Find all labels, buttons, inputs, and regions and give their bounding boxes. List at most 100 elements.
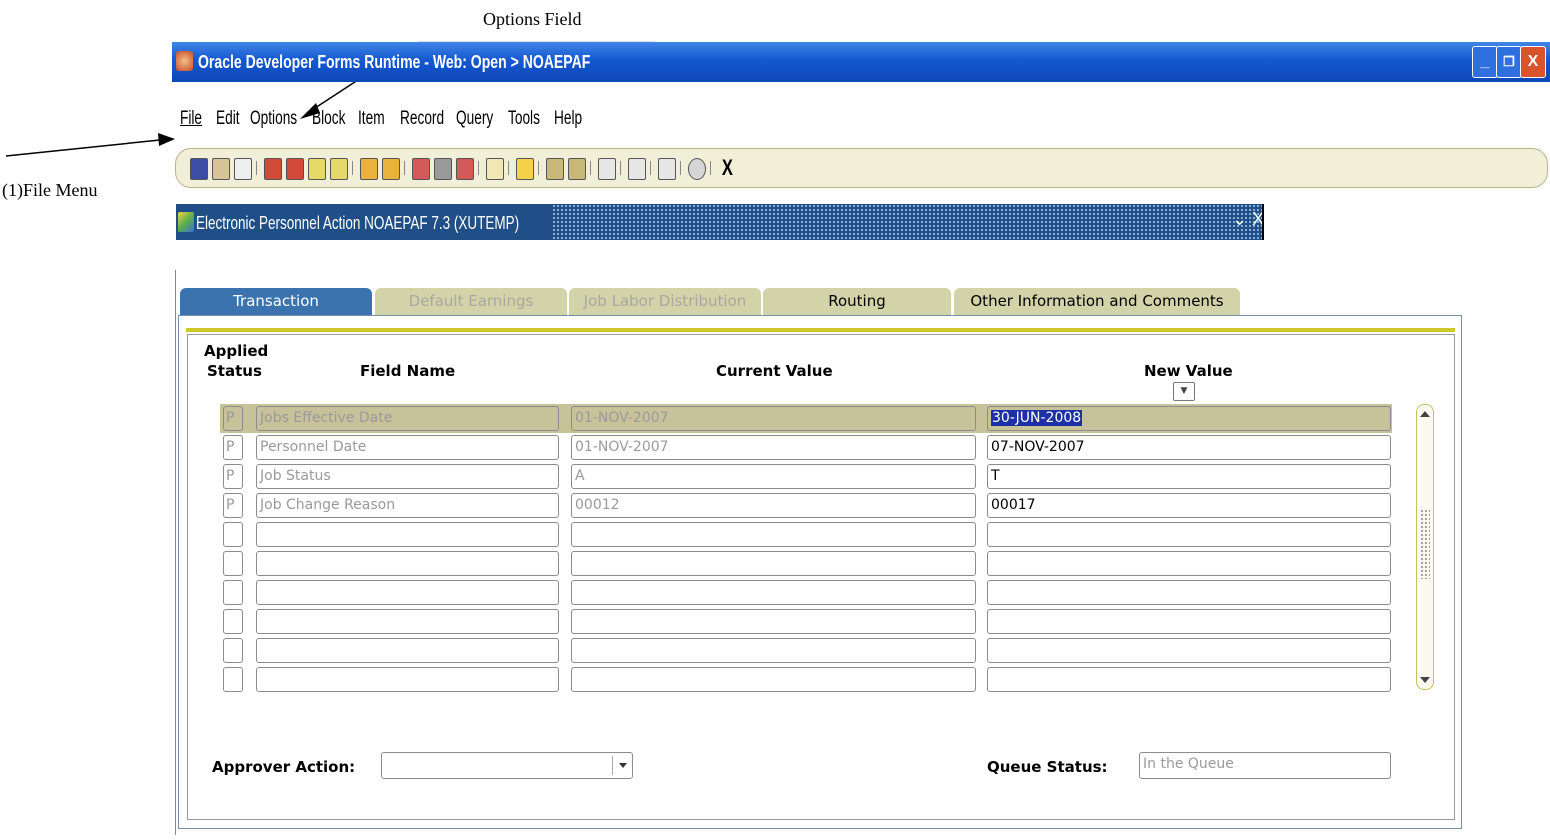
applied-status-field[interactable]: P <box>223 406 243 431</box>
current-value-field-text: 01-NOV-2007 <box>575 410 669 426</box>
field-name-field[interactable]: Job Change Reason <box>256 493 559 518</box>
queue-status-field: In the Queue <box>1139 752 1391 779</box>
menu-record[interactable]: Record <box>400 108 444 130</box>
form-window-controls[interactable]: ⌄ X <box>1232 209 1264 230</box>
previous-record-icon[interactable] <box>308 158 326 180</box>
cancel-query-icon[interactable] <box>456 158 474 180</box>
approver-action-select[interactable] <box>381 752 633 779</box>
applied-status-field[interactable] <box>223 638 243 663</box>
restore-button[interactable]: ❐ <box>1496 46 1522 78</box>
field-name-field[interactable] <box>256 551 559 576</box>
tab-job-labor-distribution[interactable]: Job Labor Distribution <box>569 288 761 315</box>
menu-options[interactable]: Options <box>250 108 297 130</box>
clear-form-icon[interactable] <box>546 158 564 180</box>
current-value-field[interactable] <box>571 551 976 576</box>
current-value-field[interactable]: 01-NOV-2007 <box>571 406 976 431</box>
next-block-icon[interactable] <box>286 158 304 180</box>
applied-status-field[interactable]: P <box>223 493 243 518</box>
new-value-field[interactable] <box>987 638 1391 663</box>
new-value-field[interactable] <box>987 667 1391 692</box>
new-value-field-text: 00017 <box>991 497 1036 513</box>
new-value-field[interactable] <box>987 580 1391 605</box>
current-value-field[interactable]: A <box>571 464 976 489</box>
save-icon[interactable] <box>190 158 208 180</box>
tab-other-information[interactable]: Other Information and Comments <box>954 288 1240 315</box>
menu-file[interactable]: File <box>180 108 202 130</box>
new-value-field-text: 30-JUN-2008 <box>991 410 1083 426</box>
new-value-field-text: 07-NOV-2007 <box>991 439 1085 455</box>
enter-query-icon[interactable] <box>412 158 430 180</box>
field-name-field[interactable] <box>256 638 559 663</box>
new-value-field[interactable] <box>987 551 1391 576</box>
menu-block[interactable]: Block <box>312 108 345 130</box>
copy-icon[interactable] <box>486 158 504 180</box>
tab-default-earnings[interactable]: Default Earnings <box>375 288 567 315</box>
execute-query-icon[interactable] <box>434 158 452 180</box>
menu-query[interactable]: Query <box>456 108 493 130</box>
menu-tools[interactable]: Tools <box>508 108 540 130</box>
menu-item[interactable]: Item <box>358 108 385 130</box>
rollback-icon[interactable] <box>212 158 230 180</box>
current-value-field[interactable]: 01-NOV-2007 <box>571 435 976 460</box>
report-icon[interactable] <box>516 158 534 180</box>
current-value-field[interactable] <box>571 522 976 547</box>
new-value-lov-button[interactable]: ▼ <box>1173 382 1195 401</box>
new-value-field[interactable]: 00017 <box>987 493 1391 518</box>
field-name-field[interactable]: Job Status <box>256 464 559 489</box>
toolbar-separator <box>710 161 711 175</box>
field-name-field[interactable] <box>256 580 559 605</box>
field-name-field[interactable] <box>256 609 559 634</box>
new-value-field[interactable]: 07-NOV-2007 <box>987 435 1391 460</box>
rows-scrollbar[interactable] <box>1416 404 1434 690</box>
applied-status-field[interactable] <box>223 580 243 605</box>
current-value-field[interactable] <box>571 667 976 692</box>
menu-help[interactable]: Help <box>554 108 582 130</box>
form-title: Electronic Personnel Action NOAEPAF 7.3 … <box>196 213 520 233</box>
new-value-field[interactable] <box>987 522 1391 547</box>
toolbar-separator <box>538 161 539 175</box>
field-name-field[interactable] <box>256 522 559 547</box>
close-button[interactable]: X <box>1520 46 1546 78</box>
next-record-icon[interactable] <box>330 158 348 180</box>
applied-status-field[interactable]: P <box>223 435 243 460</box>
insert-record-icon[interactable] <box>360 158 378 180</box>
tab-transaction[interactable]: Transaction <box>180 288 372 315</box>
toolbar-separator <box>620 161 621 175</box>
applied-status-field[interactable]: P <box>223 464 243 489</box>
field-name-field[interactable]: Personnel Date <box>256 435 559 460</box>
remove-record-icon[interactable] <box>382 158 400 180</box>
toolbar-separator <box>352 161 353 175</box>
field-name-field-text: Job Change Reason <box>260 497 396 513</box>
applied-status-field[interactable] <box>223 609 243 634</box>
applied-status-field[interactable] <box>223 522 243 547</box>
applied-status-field[interactable] <box>223 551 243 576</box>
new-value-field[interactable]: 30-JUN-2008 <box>987 406 1391 431</box>
exit-icon[interactable]: X <box>722 155 733 181</box>
current-value-field[interactable] <box>571 638 976 663</box>
scroll-grip[interactable] <box>1420 509 1430 579</box>
scroll-up-icon[interactable] <box>1420 411 1430 417</box>
menu-edit[interactable]: Edit <box>216 108 240 130</box>
chevron-down-icon[interactable] <box>619 763 627 768</box>
workflow-icon[interactable] <box>658 158 676 180</box>
field-name-header: Field Name <box>360 362 456 380</box>
sound-icon[interactable] <box>598 158 616 180</box>
help-icon[interactable] <box>688 158 706 180</box>
current-value-field-text: 01-NOV-2007 <box>575 439 669 455</box>
previous-block-icon[interactable] <box>264 158 282 180</box>
new-value-field[interactable]: T <box>987 464 1391 489</box>
field-name-field[interactable]: Jobs Effective Date <box>256 406 559 431</box>
scroll-down-icon[interactable] <box>1420 677 1430 683</box>
current-value-field[interactable] <box>571 580 976 605</box>
minimize-button[interactable]: _ <box>1472 46 1498 78</box>
tab-routing[interactable]: Routing <box>763 288 951 315</box>
current-value-field[interactable]: 00012 <box>571 493 976 518</box>
new-value-field[interactable] <box>987 609 1391 634</box>
applied-status-header: Applied <box>204 342 269 360</box>
globe-icon[interactable] <box>628 158 646 180</box>
field-name-field[interactable] <box>256 667 559 692</box>
print-icon[interactable] <box>234 158 252 180</box>
applied-status-field[interactable] <box>223 667 243 692</box>
clear-record-icon[interactable] <box>568 158 586 180</box>
current-value-field[interactable] <box>571 609 976 634</box>
